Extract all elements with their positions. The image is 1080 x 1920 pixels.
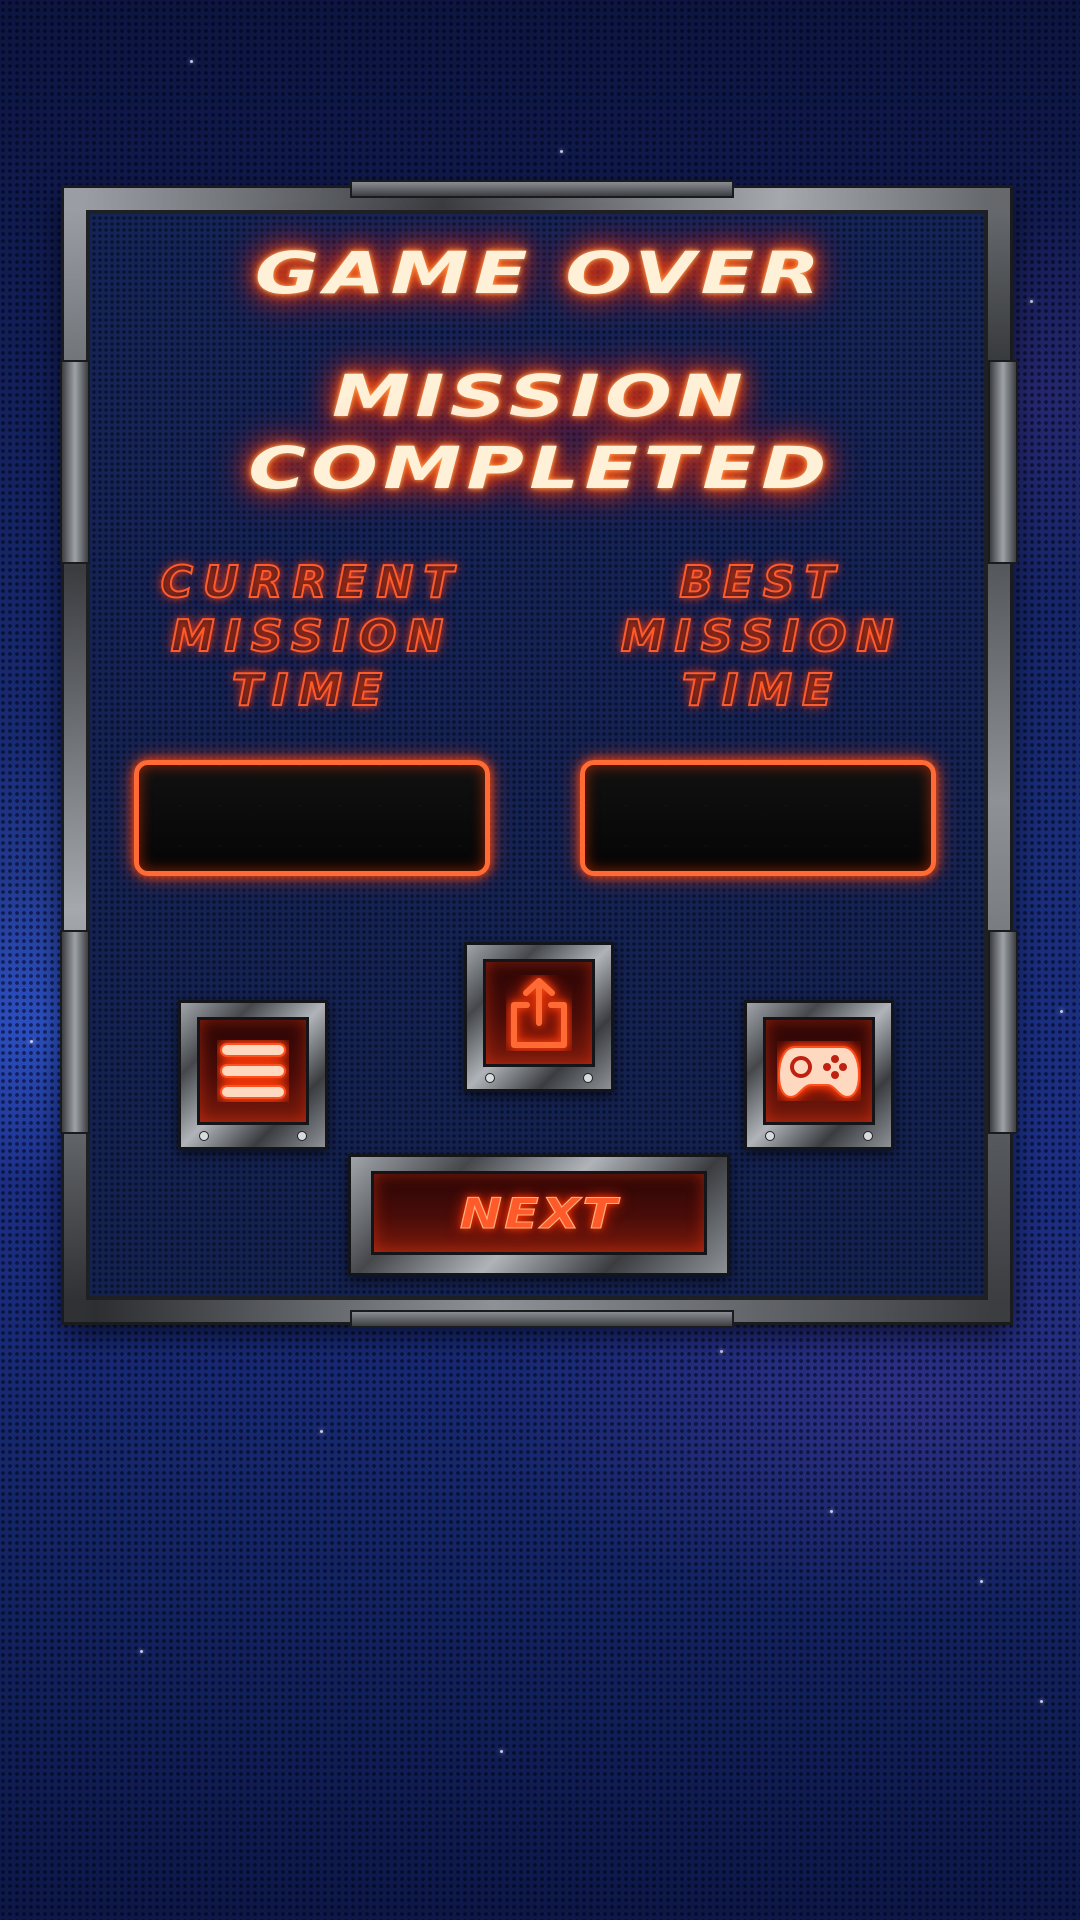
frame-bottom-plate [350, 1310, 734, 1328]
next-button-label: NEXT [459, 1188, 619, 1238]
frame-left-plate-bottom [60, 930, 90, 1134]
current-mission-time-label: CURRENT MISSION TIME [160, 556, 464, 717]
gamepad-icon [777, 1041, 861, 1101]
next-button[interactable]: NEXT [348, 1154, 730, 1276]
mission-completed-title: MISSION COMPLETED [0, 360, 1080, 504]
frame-top-plate [350, 180, 734, 198]
share-icon [506, 975, 572, 1051]
best-mission-time-label: BEST MISSION TIME [620, 556, 904, 717]
current-mission-time-box [134, 760, 490, 876]
menu-button[interactable] [178, 1000, 328, 1150]
completed-title-line: COMPLETED [248, 434, 832, 502]
game-over-panel [64, 188, 1010, 1322]
best-mission-time-box [580, 760, 936, 876]
frame-right-plate-bottom [988, 930, 1018, 1134]
mission-title-line: MISSION [331, 362, 749, 430]
games-button[interactable] [744, 1000, 894, 1150]
menu-icon [217, 1040, 289, 1102]
game-over-title: GAME OVER [254, 239, 826, 307]
share-button[interactable] [464, 942, 614, 1092]
